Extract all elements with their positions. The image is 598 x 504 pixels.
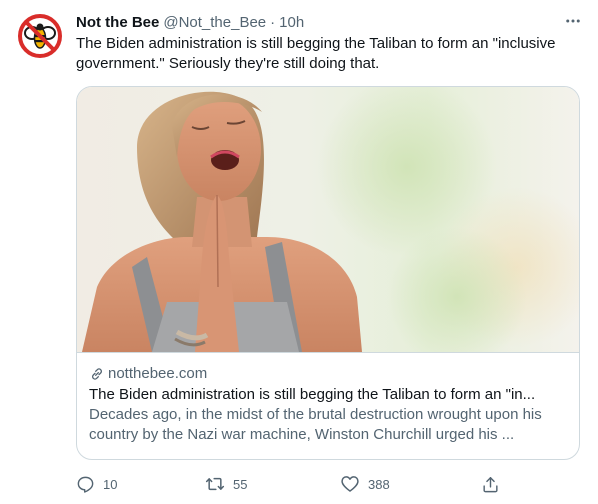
woman-praying-photo [77, 87, 579, 352]
tweet-header: Not the Bee @Not_the_Bee · 10h [76, 12, 586, 32]
separator-dot: · [270, 13, 276, 31]
retweet-icon [205, 477, 225, 491]
card-domain: notthebee.com [108, 365, 208, 382]
card-title: The Biden administration is still beggin… [89, 386, 536, 403]
no-bee-logo-icon [18, 14, 62, 58]
share-button[interactable] [481, 472, 500, 496]
card-image[interactable] [77, 87, 579, 352]
more-horizontal-icon [566, 19, 580, 23]
share-icon [483, 476, 498, 492]
reply-icon [77, 476, 94, 493]
link-preview-card[interactable]: notthebee.com The Biden administration i… [76, 86, 580, 460]
heart-icon [341, 476, 359, 492]
retweet-button[interactable]: 55 [205, 472, 247, 496]
more-options-button[interactable] [558, 8, 588, 34]
reply-button[interactable]: 10 [76, 472, 117, 496]
card-description: Decades ago, in the midst of the brutal … [89, 406, 542, 443]
like-count: 388 [368, 476, 390, 492]
avatar[interactable] [16, 12, 64, 60]
retweet-count: 55 [233, 476, 248, 492]
card-divider [77, 352, 579, 353]
link-icon [92, 368, 102, 380]
reply-count: 10 [103, 476, 118, 492]
like-button[interactable]: 388 [340, 472, 390, 496]
card-meta[interactable]: notthebee.com The Biden administration i… [89, 364, 569, 445]
tweet-action-bar: 10 55 388 [72, 472, 502, 496]
user-handle[interactable]: @Not_the_Bee [163, 14, 266, 31]
display-name[interactable]: Not the Bee [76, 14, 159, 31]
tweet-timestamp[interactable]: 10h [279, 14, 304, 31]
tweet-text: The Biden administration is still beggin… [76, 35, 556, 72]
card-domain-row: notthebee.com [89, 364, 569, 384]
